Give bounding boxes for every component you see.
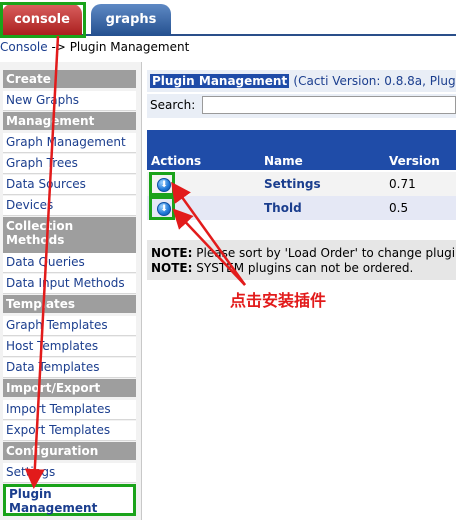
note-text: SYSTEM plugins can not be ordered. xyxy=(196,261,414,275)
sidebar: Create New Graphs Management Graph Manag… xyxy=(0,62,142,520)
note-label: NOTE: xyxy=(151,261,193,275)
sidebar-item-graph-trees[interactable]: Graph Trees xyxy=(3,154,136,174)
install-button-highlight: ⬇ xyxy=(149,196,175,220)
breadcrumb: Console -> Plugin Management xyxy=(0,38,189,56)
sidebar-item-settings[interactable]: Settings xyxy=(3,463,136,483)
note-line: NOTE: Please sort by 'Load Order' to cha… xyxy=(151,246,456,261)
sidebar-item-export-templates[interactable]: Export Templates xyxy=(3,421,136,441)
page-title-highlight: Plugin Management xyxy=(150,74,290,88)
sidebar-item-host-templates[interactable]: Host Templates xyxy=(3,337,136,357)
install-icon[interactable]: ⬇ xyxy=(157,178,171,192)
plugin-version: 0.5 xyxy=(389,201,409,215)
notes-box: NOTE: Please sort by 'Load Order' to cha… xyxy=(147,240,456,280)
table-header-row: Actions Name Version xyxy=(147,152,456,170)
sidebar-head-create: Create xyxy=(3,70,136,88)
column-header-actions[interactable]: Actions xyxy=(151,152,201,170)
column-header-name[interactable]: Name xyxy=(264,152,303,170)
search-label: Search: xyxy=(150,98,196,112)
install-icon[interactable]: ⬇ xyxy=(157,202,171,216)
table-header-band xyxy=(147,130,456,152)
sidebar-head-collection-methods: Collection Methods xyxy=(3,217,136,253)
console-tab-highlight-box xyxy=(0,2,86,38)
search-input[interactable] xyxy=(202,96,456,114)
sidebar-item-import-templates[interactable]: Import Templates xyxy=(3,400,136,420)
plugin-version: 0.71 xyxy=(389,177,416,191)
sidebar-item-new-graphs[interactable]: New Graphs xyxy=(3,91,136,111)
plugin-name-link[interactable]: Settings xyxy=(264,172,321,196)
sidebar-head-configuration: Configuration xyxy=(3,442,136,460)
note-line: NOTE: SYSTEM plugins can not be ordered. xyxy=(151,261,452,276)
install-button-highlight: ⬇ xyxy=(149,172,175,196)
breadcrumb-current: Plugin Management xyxy=(69,40,190,54)
tab-graphs[interactable]: graphs xyxy=(91,4,171,36)
sidebar-item-devices[interactable]: Devices xyxy=(3,196,136,216)
note-label: NOTE: xyxy=(151,246,193,260)
sidebar-item-data-sources[interactable]: Data Sources xyxy=(3,175,136,195)
annotation-caption: 点击安装插件 xyxy=(230,291,327,310)
sidebar-head-templates: Templates xyxy=(3,295,136,313)
breadcrumb-console-link[interactable]: Console xyxy=(0,40,48,54)
sidebar-item-graph-management[interactable]: Graph Management xyxy=(3,133,136,153)
note-text: Please sort by 'Load Order' to change pl… xyxy=(196,246,456,260)
sidebar-item-graph-templates[interactable]: Graph Templates xyxy=(3,316,136,336)
breadcrumb-separator: -> xyxy=(51,40,66,54)
sidebar-head-import-export: Import/Export xyxy=(3,379,136,397)
sidebar-head-management: Management xyxy=(3,112,136,130)
plugin-name-link[interactable]: Thold xyxy=(264,196,302,220)
page-title-version: (Cacti Version: 0.8.8a, Plug xyxy=(293,74,456,88)
search-row: Search: xyxy=(147,94,456,118)
sidebar-item-data-queries[interactable]: Data Queries xyxy=(3,253,136,273)
page-title: Plugin Management (Cacti Version: 0.8.8a… xyxy=(147,70,456,92)
table-row: ⬇ Settings 0.71 xyxy=(147,172,456,196)
table-row: ⬇ Thold 0.5 xyxy=(147,196,456,220)
sidebar-item-plugin-management[interactable]: Plugin Management xyxy=(3,484,136,516)
top-tab-bar: console graphs xyxy=(0,0,456,38)
sidebar-item-data-input-methods[interactable]: Data Input Methods xyxy=(3,274,136,294)
column-header-version[interactable]: Version xyxy=(389,152,440,170)
sidebar-item-data-templates[interactable]: Data Templates xyxy=(3,358,136,378)
